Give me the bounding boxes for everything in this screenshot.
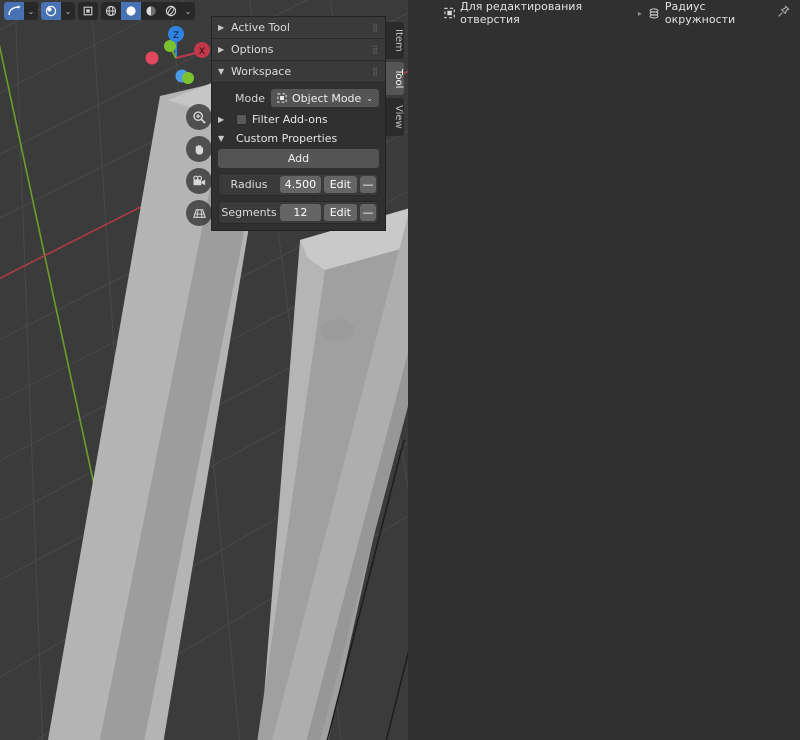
proportional-options-caret[interactable]: ⌄ (61, 2, 75, 20)
custom-property-value[interactable]: 12 (280, 204, 321, 221)
custom-property-remove-button[interactable]: — (360, 176, 376, 193)
chevron-down-icon: ⌄ (366, 94, 373, 103)
gizmo-pos-y (164, 40, 176, 52)
blender-window: ⌄ ⌄ (0, 0, 800, 740)
mode-dropdown[interactable]: Object Mode ⌄ (271, 89, 379, 107)
custom-properties-label: Custom Properties (236, 132, 337, 145)
grip-dots-icon[interactable]: ⣿ (372, 67, 379, 76)
sidebar-section-label: Active Tool (231, 21, 290, 34)
sidebar-tab-tool[interactable]: Tool (386, 62, 404, 95)
custom-property-edit-button[interactable]: Edit (324, 176, 357, 193)
viewport-sidebar-panel[interactable]: ▶ Active Tool ⣿ ▶ Options ⣿ ▼ Workspace … (211, 16, 386, 231)
shading-group[interactable]: ⌄ (101, 2, 195, 20)
add-custom-property-button[interactable]: Add (218, 149, 379, 168)
custom-property-edit-button[interactable]: Edit (324, 204, 357, 221)
screw-modifier-icon (648, 7, 660, 20)
zoom-icon[interactable] (186, 104, 212, 130)
hand-pan-icon[interactable] (186, 136, 212, 162)
3d-viewport[interactable]: ⌄ ⌄ (0, 0, 408, 740)
custom-property-name: Radius (221, 178, 277, 191)
solid-icon[interactable] (121, 2, 141, 20)
custom-property-remove-button[interactable]: — (360, 204, 376, 221)
sidebar-section-label: Workspace (231, 65, 291, 78)
filter-addons-row[interactable]: ▶ Filter Add-ons (218, 113, 379, 126)
gizmo-x-label: X (199, 47, 205, 57)
grip-dots-icon[interactable]: ⣿ (372, 23, 379, 32)
custom-property-row[interactable]: Radius 4.500 Edit — (218, 173, 379, 196)
gizmo-neg-x (146, 52, 159, 65)
sidebar-section-label: Options (231, 43, 273, 56)
filter-addons-label: Filter Add-ons (252, 113, 328, 126)
custom-properties-header[interactable]: ▼ Custom Properties (218, 132, 379, 145)
gizmo-z-label: Z (173, 31, 179, 41)
breadcrumb-object[interactable]: Для редактирования отверстия (444, 0, 632, 26)
snap-group[interactable]: ⌄ (4, 2, 38, 20)
proportional-edit-icon[interactable] (41, 2, 61, 20)
grip-dots-icon[interactable]: ⣿ (372, 45, 379, 54)
mode-row: Mode Object Mode ⌄ (218, 89, 379, 107)
chevron-down-icon: ▼ (218, 134, 231, 143)
filter-addons-checkbox[interactable] (236, 114, 247, 125)
sidebar-section-options[interactable]: ▶ Options ⣿ (212, 39, 385, 61)
properties-editor: Для редактирования отверстия ▸ Радиус ок… (408, 0, 800, 740)
gizmo-neg-y (182, 72, 194, 84)
mode-value: Object Mode (292, 92, 361, 105)
custom-property-row[interactable]: Segments 12 Edit — (218, 201, 379, 224)
chevron-right-icon: ▶ (218, 45, 231, 54)
chevron-down-icon: ▼ (218, 67, 231, 76)
object-mode-icon (444, 7, 455, 19)
custom-property-value[interactable]: 4.500 (280, 176, 321, 193)
sidebar-tab-item[interactable]: Item (386, 22, 404, 59)
viewport-header[interactable]: ⌄ ⌄ (0, 0, 408, 22)
snap-curve-icon[interactable] (4, 2, 24, 20)
properties-breadcrumb-bar: Для редактирования отверстия ▸ Радиус ок… (408, 0, 800, 26)
pin-icon[interactable] (777, 5, 790, 21)
add-label: Add (288, 152, 309, 165)
camera-icon[interactable] (186, 168, 212, 194)
proportional-edit-group[interactable]: ⌄ (41, 2, 75, 20)
shading-options-caret[interactable]: ⌄ (181, 2, 195, 20)
sidebar-tab-view[interactable]: View (386, 98, 404, 136)
viewport-tool-column[interactable] (186, 104, 212, 226)
breadcrumb-separator: ▸ (638, 9, 642, 18)
custom-property-name: Segments (221, 206, 277, 219)
ortho-grid-icon[interactable] (186, 200, 212, 226)
rendered-icon[interactable] (161, 2, 181, 20)
gizmo-group[interactable] (78, 2, 98, 20)
breadcrumb-object-name: Для редактирования отверстия (460, 0, 632, 26)
wireframe-icon[interactable] (101, 2, 121, 20)
workspace-section-body: Mode Object Mode ⌄ ▶ Filter Add-ons (212, 83, 385, 230)
chevron-right-icon: ▶ (218, 23, 231, 32)
material-preview-icon[interactable] (141, 2, 161, 20)
breadcrumb-modifier-name: Радиус окружности (665, 0, 771, 26)
snap-options-caret[interactable]: ⌄ (24, 2, 38, 20)
sidebar-section-workspace[interactable]: ▼ Workspace ⣿ (212, 61, 385, 83)
gizmo-icon[interactable] (78, 2, 98, 20)
mode-label: Mode (235, 92, 265, 105)
breadcrumb-modifier[interactable]: Радиус окружности (648, 0, 771, 26)
object-mode-icon (277, 93, 287, 103)
navigation-gizmo[interactable]: Z X (140, 18, 212, 90)
chevron-right-icon: ▶ (218, 115, 231, 124)
sidebar-tab-rail[interactable]: Item Tool View (386, 22, 406, 139)
